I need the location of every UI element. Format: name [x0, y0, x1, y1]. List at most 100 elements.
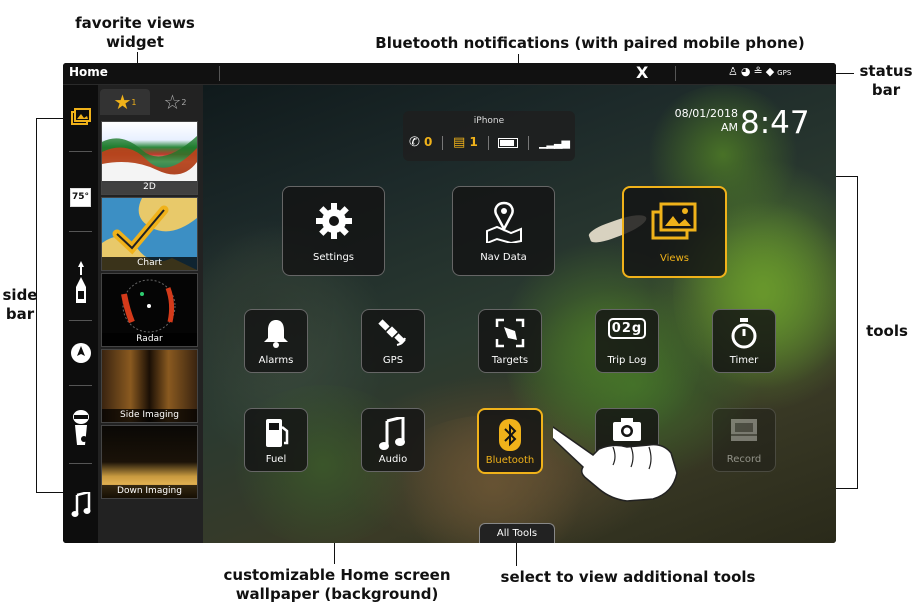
- favorite-down-imaging[interactable]: Down Imaging: [101, 425, 198, 499]
- missed-calls: ✆ 0: [409, 135, 432, 150]
- time-text: 8:47: [740, 105, 810, 141]
- tool-nav-data[interactable]: Nav Data: [452, 186, 555, 276]
- tool-trip-log[interactable]: 02g Trip Log: [595, 309, 659, 373]
- targets-icon: [495, 318, 525, 348]
- sidebar-chart-button[interactable]: [63, 333, 98, 373]
- diver-icon: [72, 410, 89, 445]
- tool-views[interactable]: Views: [622, 186, 727, 278]
- favorite-label: Side Imaging: [102, 409, 197, 422]
- ampm-text: AM: [720, 121, 738, 134]
- star-filled-icon: ★: [113, 90, 132, 114]
- tool-alarms[interactable]: Alarms: [244, 309, 308, 373]
- tool-targets[interactable]: Targets: [478, 309, 542, 373]
- tool-label: Trip Log: [607, 355, 647, 366]
- side-bar: 75°: [63, 85, 98, 543]
- paired-phone-name: iPhone: [473, 116, 505, 126]
- sidebar-divider: [69, 151, 92, 152]
- all-tools-annotation: select to view additional tools: [500, 568, 756, 586]
- status-bar-title: Home: [69, 65, 108, 79]
- compass-status-icon: ◆: [765, 65, 778, 78]
- tool-label: Fuel: [265, 454, 287, 465]
- favorite-label: Radar: [102, 333, 197, 346]
- radar-thumbnail: [121, 279, 176, 333]
- views-icon: [70, 108, 91, 125]
- views-icon: [651, 202, 696, 240]
- favorites-tab-1[interactable]: ★ 1: [100, 89, 150, 115]
- sidebar-audio-button[interactable]: [63, 483, 98, 527]
- sonar-status-icon: ≗: [753, 65, 766, 78]
- tool-label: Settings: [312, 252, 354, 263]
- notification-divider: [487, 135, 489, 150]
- tool-record[interactable]: Record: [712, 408, 776, 472]
- fuel-pump-icon: [266, 419, 289, 447]
- tool-settings[interactable]: Settings: [282, 186, 385, 276]
- signal-strength-icon: ▁▂▃▅: [539, 136, 570, 149]
- tools-bracket-vert: [857, 176, 858, 489]
- favorite-chart[interactable]: Chart: [101, 197, 198, 271]
- tool-label: Views: [660, 253, 689, 264]
- missed-call-icon: ✆: [409, 135, 420, 150]
- odometer-icon: 02g: [607, 318, 647, 339]
- tool-gps[interactable]: GPS: [361, 309, 425, 373]
- status-icons[interactable]: ♙◕≗◆GPS: [728, 65, 791, 78]
- favorite-views-widget: ★ 1 ☆ 2 2D Chart Radar Side Imaging Down I…: [98, 85, 203, 543]
- gps-receiver-icon: ♙: [728, 65, 741, 78]
- favorite-label: Chart: [102, 257, 197, 270]
- tools-annotation: tools: [866, 322, 908, 340]
- favorites-tab-number: 2: [181, 97, 187, 107]
- favorites-tab-number: 1: [131, 97, 137, 107]
- all-tools-callout: [516, 543, 517, 566]
- status-bar: Home X ♙◕≗◆GPS: [63, 63, 836, 85]
- star-outline-icon: ☆: [163, 90, 182, 114]
- brand-logo: X: [636, 63, 649, 82]
- favorite-side-imaging[interactable]: Side Imaging: [101, 349, 198, 423]
- sidebar-diver-button[interactable]: [63, 403, 98, 453]
- music-note-icon: [71, 492, 90, 517]
- tool-label: GPS: [382, 355, 404, 366]
- map-pin-icon: [485, 201, 522, 243]
- favorite-label: 2D: [102, 181, 197, 194]
- music-note-icon: [379, 417, 405, 450]
- tool-audio[interactable]: Audio: [361, 408, 425, 472]
- chart-status-icon: ◕: [740, 65, 754, 78]
- tool-label: Bluetooth: [485, 455, 535, 466]
- sidebar-views-button[interactable]: [63, 97, 98, 137]
- temperature-icon: 75°: [70, 187, 91, 207]
- favorite-label: Down Imaging: [102, 485, 197, 498]
- tool-timer[interactable]: Timer: [712, 309, 776, 373]
- notification-divider: [442, 135, 444, 150]
- status-divider: [219, 66, 220, 81]
- side-bar-bracket-bottom: [36, 492, 64, 493]
- wallpaper-annotation: customizable Home screen wallpaper (back…: [223, 566, 451, 603]
- favorite-radar[interactable]: Radar: [101, 273, 198, 347]
- tool-label: Timer: [729, 355, 759, 366]
- favorites-tab-2[interactable]: ☆ 2: [150, 89, 200, 115]
- device-screen: Home X ♙◕≗◆GPS 75° ★ 1 ☆ 2 2D Chart Rada…: [63, 63, 836, 543]
- sidebar-temperature-button[interactable]: 75°: [63, 177, 98, 217]
- boat-heading-icon: [75, 261, 86, 303]
- date-text: 08/01/2018: [674, 107, 738, 120]
- messages-count: 1: [469, 135, 478, 149]
- bluetooth-notifications-annotation: Bluetooth notifications (with paired mob…: [375, 34, 805, 52]
- record-icon: [731, 419, 757, 441]
- tool-bluetooth[interactable]: Bluetooth: [477, 408, 543, 474]
- sonar-thumbnail: [102, 136, 197, 182]
- battery-icon: [498, 137, 519, 148]
- tool-label: Audio: [378, 454, 408, 465]
- tool-fuel[interactable]: Fuel: [244, 408, 308, 472]
- sidebar-heading-button[interactable]: [63, 253, 98, 313]
- side-bar-bracket-vert: [36, 118, 37, 493]
- missed-calls-count: 0: [424, 135, 433, 149]
- all-tools-button[interactable]: All Tools: [479, 523, 555, 543]
- status-bar-annotation: status bar: [859, 62, 913, 99]
- chart-compass-icon: [70, 343, 91, 363]
- sidebar-divider: [69, 320, 92, 321]
- satellite-icon: [378, 319, 406, 346]
- bluetooth-icon: [499, 419, 521, 451]
- side-bar-bracket-top: [36, 118, 64, 119]
- status-divider: [675, 66, 676, 81]
- bluetooth-notifications[interactable]: iPhone ✆ 0 ▤ 1 ▁▂▃▅: [403, 111, 575, 161]
- favorite-2d-sonar[interactable]: 2D: [101, 121, 198, 195]
- message-icon: ▤: [453, 135, 466, 150]
- tool-label: Nav Data: [480, 252, 527, 263]
